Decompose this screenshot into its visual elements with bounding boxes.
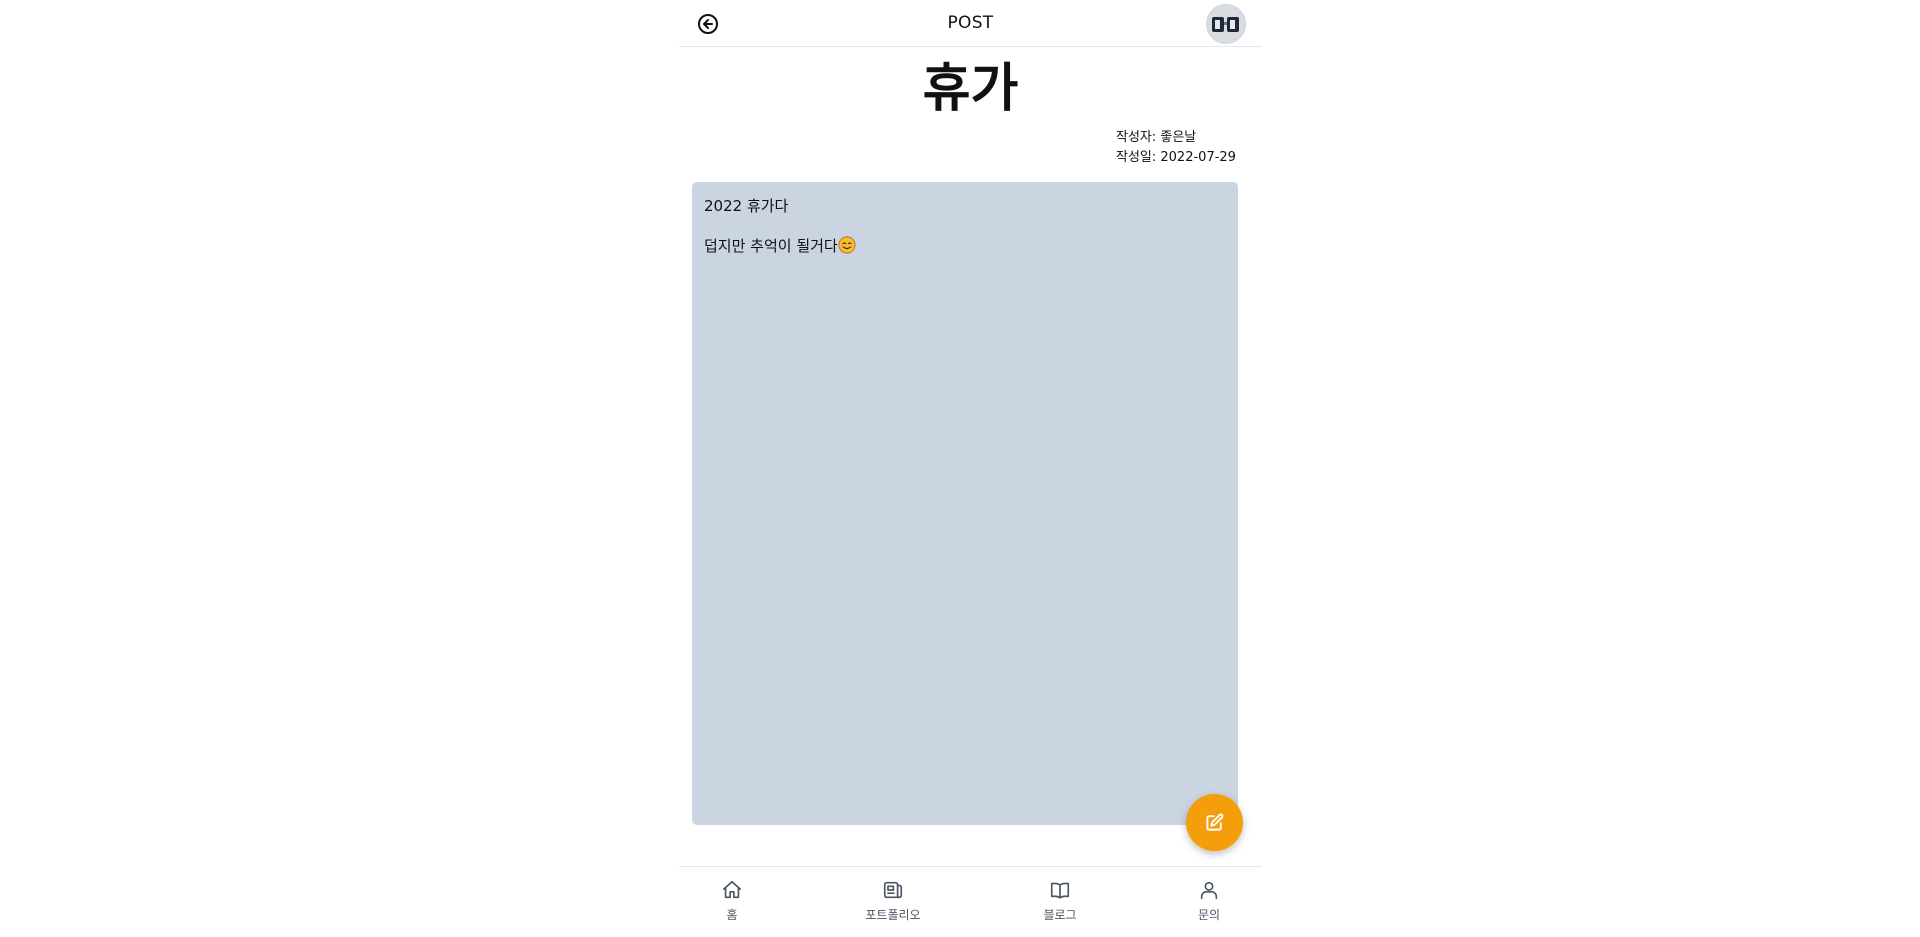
- nav-item-blog[interactable]: 블로그: [1015, 879, 1105, 923]
- page-title: POST: [947, 13, 994, 33]
- user-icon: [1200, 881, 1218, 900]
- post-title: 휴가: [922, 59, 1019, 119]
- author-line: 작성자: 좋은날: [1116, 130, 1197, 145]
- book-open-icon: [1050, 882, 1070, 899]
- edit-icon: [1206, 813, 1224, 831]
- nav-item-contact[interactable]: 문의: [1164, 879, 1254, 923]
- app-container: POST 휴가 작성자: 좋은날 작성일: 2022-07-29 2022 휴가…: [679, 0, 1262, 937]
- nav-label-portfolio: 포트폴리오: [865, 908, 921, 922]
- post-meta: 작성자: 좋은날 작성일: 2022-07-29: [1116, 128, 1236, 168]
- newspaper-icon: [883, 881, 903, 899]
- top-header: POST: [679, 0, 1262, 47]
- profile-avatar-image: [1207, 5, 1245, 43]
- nav-label-contact: 문의: [1197, 908, 1221, 922]
- date-line: 작성일: 2022-07-29: [1116, 150, 1236, 165]
- avatar[interactable]: [1206, 4, 1246, 44]
- nav-item-home[interactable]: 홈: [687, 879, 777, 923]
- edit-post-button[interactable]: [1186, 794, 1243, 851]
- content-paragraph-with-emoji: 덥지만 추억이 될거다: [704, 236, 1226, 257]
- nav-label-blog: 블로그: [1043, 908, 1077, 922]
- post-content: 2022 휴가다 덥지만 추억이 될거다: [692, 182, 1238, 825]
- smiling-face-emoji-icon: [838, 236, 856, 254]
- content-paragraph: 2022 휴가다: [704, 197, 789, 215]
- home-icon: [722, 880, 742, 899]
- content-paragraph-text: 덥지만 추억이 될거다: [704, 237, 838, 255]
- nav-item-portfolio[interactable]: 포트폴리오: [848, 879, 938, 923]
- nav-label-home: 홈: [726, 908, 738, 922]
- bottom-navigation: 홈 포트폴리오 블로그 문의: [679, 866, 1262, 937]
